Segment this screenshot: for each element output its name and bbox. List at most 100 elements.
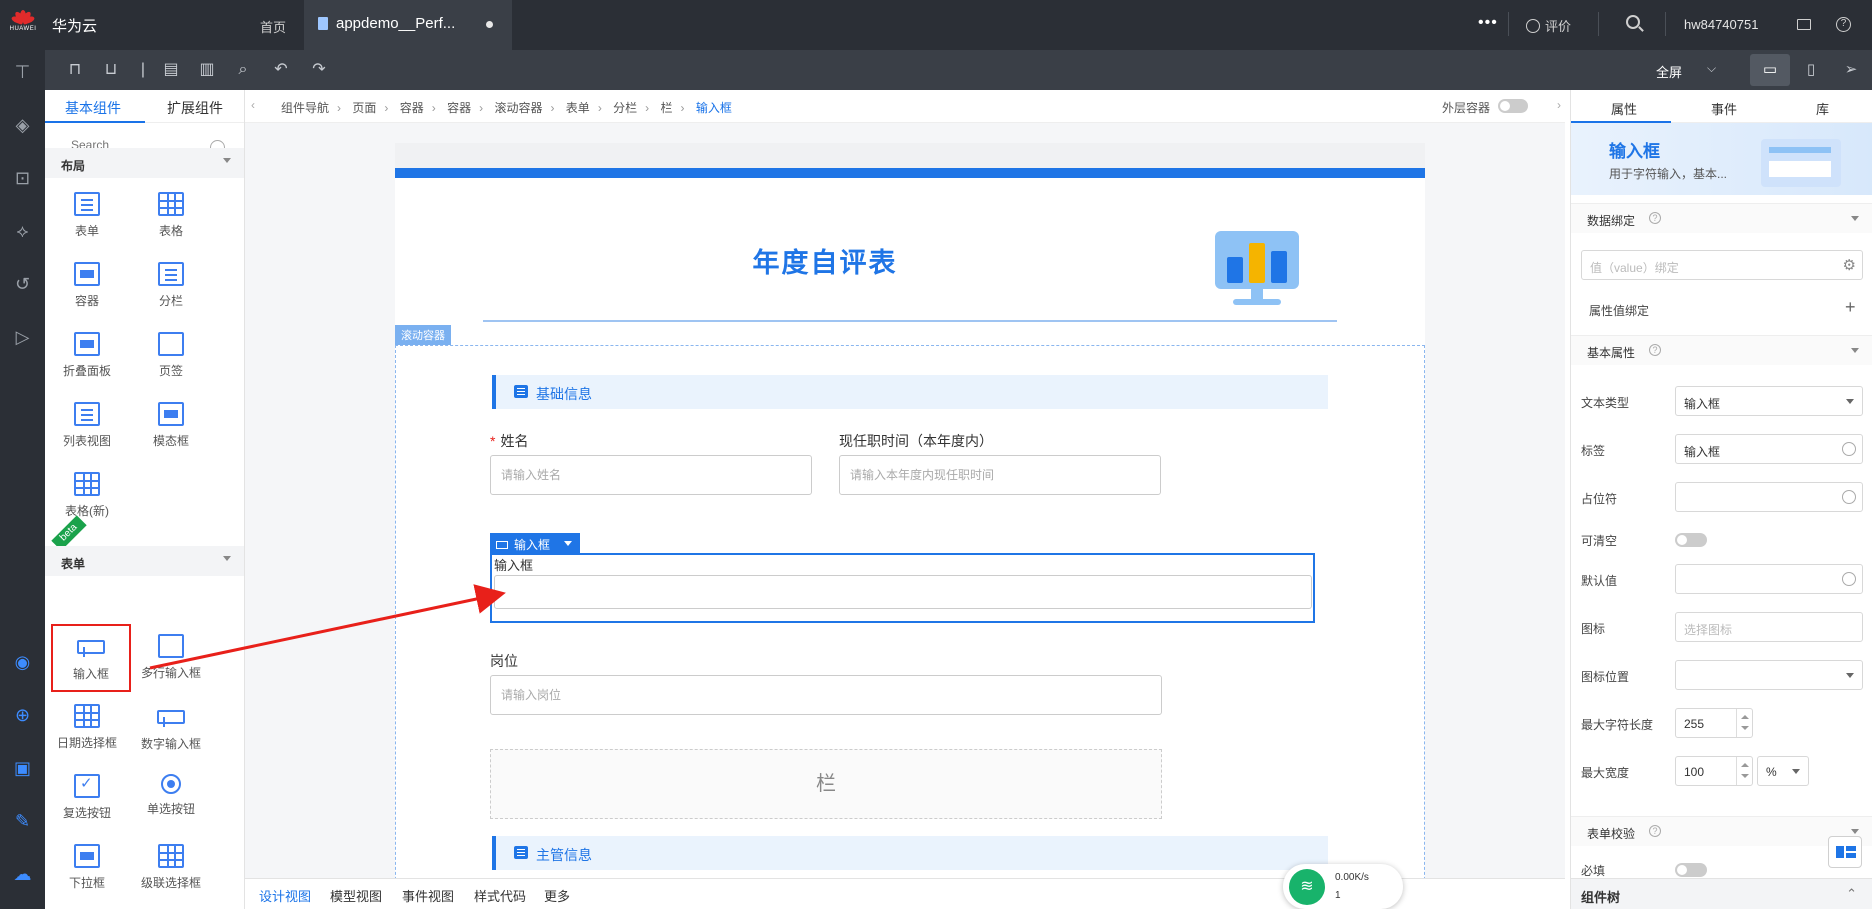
comp-radio[interactable]: 单选按钮 (129, 766, 213, 830)
caret-down-icon[interactable] (564, 541, 572, 546)
chevron-up-icon[interactable]: ⌃ (1846, 886, 1857, 902)
comp-textarea[interactable]: 多行输入框 (129, 626, 213, 690)
undo-icon[interactable]: ↶ (271, 60, 291, 80)
max-width-unit-select[interactable]: % (1757, 756, 1809, 786)
selected-input[interactable] (495, 576, 1311, 608)
comp-container[interactable]: 容器 (45, 254, 129, 318)
position-field[interactable] (490, 675, 1162, 715)
icon-position-select[interactable] (1675, 660, 1863, 690)
save-as-icon[interactable]: ▥ (197, 60, 217, 80)
tenure-field[interactable] (839, 455, 1161, 495)
terminal-icon[interactable]: ▣ (12, 758, 33, 779)
comp-columns[interactable]: 分栏 (129, 254, 213, 318)
section-basic-info[interactable]: 基础信息 (492, 375, 1328, 409)
section-manager-info[interactable]: 主管信息 (492, 836, 1328, 870)
breadcrumb-item[interactable]: 页面 (352, 101, 376, 115)
section-form[interactable]: 表单 (45, 546, 244, 576)
default-value-field[interactable] (1675, 564, 1863, 594)
file-tab[interactable]: appdemo__Perf... (304, 0, 512, 50)
clearable-toggle[interactable] (1675, 533, 1707, 547)
feedback-button[interactable]: 评价 (1526, 16, 1571, 35)
breadcrumb-item[interactable]: 容器 (447, 101, 471, 115)
home-link[interactable]: 首页 (260, 17, 286, 36)
comp-list-view[interactable]: 列表视图 (45, 394, 129, 458)
comp-date-picker[interactable]: 日期选择框 (45, 696, 129, 760)
breadcrumb-item[interactable]: 表单 (566, 101, 590, 115)
icon-select-field[interactable]: 选择图标 (1675, 612, 1863, 642)
section-layout[interactable]: 布局 (45, 148, 244, 178)
tab-basic-components[interactable]: 基本组件 (65, 98, 121, 118)
tab-library[interactable]: 库 (1816, 99, 1829, 118)
comp-tabs[interactable]: 页签 (129, 324, 213, 388)
stepper-arrows-icon[interactable] (1736, 709, 1752, 737)
breadcrumb-item[interactable]: 滚动容器 (494, 101, 542, 115)
add-icon[interactable]: + (1845, 297, 1856, 318)
chevron-down-icon[interactable]: ⌵ (1707, 61, 1716, 76)
tenure-input[interactable] (840, 456, 1160, 494)
target-icon[interactable]: ⊕ (12, 705, 33, 726)
preview-eye-icon[interactable]: ◉ (12, 652, 33, 673)
globe-icon[interactable] (1842, 572, 1856, 586)
breadcrumb-item[interactable]: 分栏 (613, 101, 637, 115)
cloud-name[interactable]: 华为云 (52, 15, 97, 36)
comp-checkbox[interactable]: 复选按钮 (45, 766, 129, 830)
help-icon[interactable]: ? (1649, 825, 1661, 837)
outer-container-toggle[interactable] (1498, 99, 1528, 113)
tab-events[interactable]: 事件 (1711, 99, 1737, 118)
comp-table-new[interactable]: 表格(新) (45, 464, 129, 528)
name-field[interactable] (490, 455, 812, 495)
huawei-logo[interactable]: HUAWEI (6, 8, 40, 42)
publish-icon[interactable]: ➢ (1835, 54, 1867, 86)
breadcrumb-item[interactable]: 容器 (400, 101, 424, 115)
globe-icon[interactable] (1842, 442, 1856, 456)
network-speed-widget[interactable]: ≋ 0.00K/s 1 (1283, 864, 1403, 909)
comp-input-box[interactable]: 输入框 (51, 624, 131, 692)
layers-icon[interactable]: ◈ (12, 115, 33, 136)
cloud-upload-icon[interactable]: ☁ (12, 864, 33, 885)
redo-icon[interactable]: ↷ (309, 60, 329, 80)
text-type-select[interactable]: 输入框 (1675, 386, 1863, 416)
save-icon[interactable]: ▤ (161, 60, 181, 80)
breadcrumb-item[interactable]: 栏 (661, 101, 673, 115)
section-data-binding[interactable]: 数据绑定 ? (1571, 203, 1872, 233)
selected-input-field[interactable] (494, 575, 1312, 609)
import-icon[interactable]: ⊡ (12, 168, 33, 189)
stepper-arrows-icon[interactable] (1736, 757, 1752, 785)
lock-icon[interactable]: ⊓ (65, 60, 85, 80)
value-binding-field[interactable]: 值（value）绑定 ⚙ (1581, 250, 1863, 280)
search-icon[interactable] (1626, 15, 1640, 29)
position-input[interactable] (491, 676, 1161, 714)
tab-style-code[interactable]: 样式代码 (474, 886, 526, 905)
breadcrumb-item[interactable]: 组件导航 (281, 101, 329, 115)
column-placeholder[interactable]: 栏 (490, 749, 1162, 819)
comp-form[interactable]: 表单 (45, 184, 129, 248)
required-toggle[interactable] (1675, 863, 1707, 877)
placeholder-field[interactable] (1675, 482, 1863, 512)
component-tree-bar[interactable]: 组件树 ⌃ (1571, 878, 1872, 909)
gear-icon[interactable]: ⚙ (1843, 256, 1856, 274)
comp-table[interactable]: 表格 (129, 184, 213, 248)
comp-select[interactable]: 下拉框 (45, 836, 129, 900)
username[interactable]: hw84740751 (1684, 17, 1758, 32)
history-icon[interactable]: ↺ (12, 274, 33, 295)
section-validation[interactable]: 表单校验 ? (1571, 816, 1872, 846)
form-title[interactable]: 年度自评表 (705, 241, 945, 280)
comp-number-input[interactable]: 数字输入框 (129, 696, 213, 760)
name-input[interactable] (491, 456, 811, 494)
network-icon[interactable]: ⟡ (12, 221, 33, 242)
desktop-view-button[interactable]: ▭ (1750, 54, 1790, 86)
section-basic-attrs[interactable]: 基本属性 ? (1571, 335, 1872, 365)
comp-modal[interactable]: 模态框 (129, 394, 213, 458)
chevron-right-icon[interactable]: › (1557, 98, 1561, 112)
help-icon[interactable]: ? (1649, 212, 1661, 224)
run-icon[interactable]: ▷ (12, 327, 33, 348)
unlock-icon[interactable]: ⊔ (101, 60, 121, 80)
preview-icon[interactable]: ⌕ (233, 60, 253, 80)
chevron-left-icon[interactable]: ‹ (251, 98, 255, 112)
label-field[interactable]: 输入框 (1675, 434, 1863, 464)
org-tree-icon[interactable]: ⊤ (12, 62, 33, 83)
tab-design-view[interactable]: 设计视图 (259, 886, 311, 905)
help-icon[interactable]: ? (1836, 17, 1851, 32)
tab-more[interactable]: 更多 (544, 886, 570, 905)
help-icon[interactable]: ? (1649, 344, 1661, 356)
